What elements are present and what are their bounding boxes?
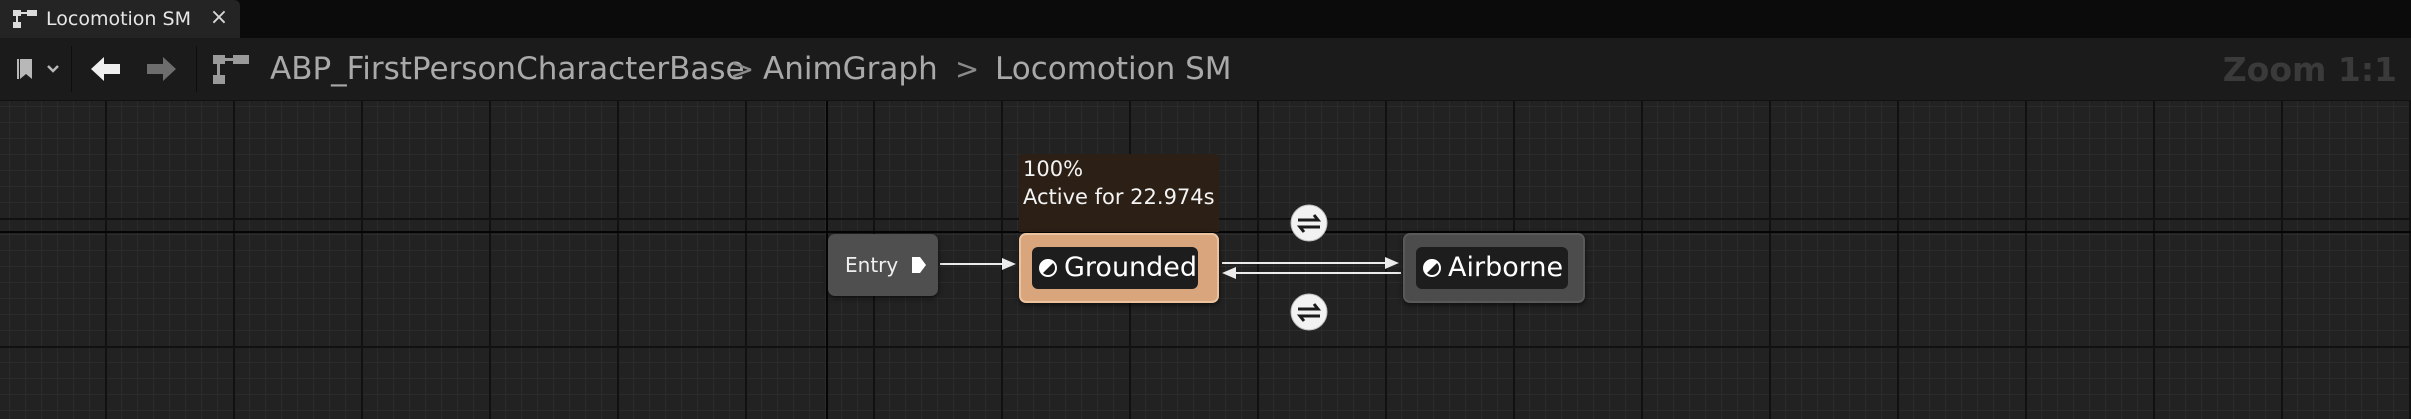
transition-rule-icon[interactable] (1289, 292, 1329, 332)
state-body: Grounded (1032, 247, 1198, 289)
state-name: Grounded (1064, 252, 1198, 283)
state-name: Airborne (1448, 252, 1564, 283)
active-duration: Active for 22.974s (1023, 185, 1215, 209)
graph-type-button[interactable] (210, 49, 254, 89)
tab-locomotion-sm[interactable]: Locomotion SM × (0, 0, 240, 38)
blueprint-editor: Locomotion SM × ABP_FirstPersonCharacter… (0, 0, 2411, 419)
forward-arrow-icon (147, 57, 176, 81)
wire-arrowhead (1002, 258, 1016, 270)
toolbar-divider (71, 46, 72, 92)
entry-node[interactable]: Entry (828, 234, 938, 296)
tab-title: Locomotion SM (46, 8, 191, 30)
breadcrumb-item[interactable]: ABP_FirstPersonCharacterBase (270, 52, 745, 86)
forward-button[interactable] (141, 49, 181, 89)
breadcrumb-item[interactable]: Locomotion SM (995, 52, 1232, 86)
wire-arrowhead (1222, 267, 1236, 279)
state-body: Airborne (1416, 247, 1568, 289)
toolbar-divider (196, 46, 197, 92)
state-icon (1039, 259, 1057, 277)
breadcrumb-item[interactable]: AnimGraph (763, 52, 938, 86)
graph-toolbar: ABP_FirstPersonCharacterBase > AnimGraph… (0, 38, 2411, 101)
breadcrumb-separator: > (955, 52, 980, 86)
active-weight: 100% (1023, 157, 1084, 181)
entry-label: Entry (845, 253, 899, 277)
wire-arrowhead (1385, 257, 1399, 269)
close-icon[interactable]: × (207, 4, 231, 32)
state-node-grounded[interactable]: Grounded (1019, 233, 1219, 303)
transition-rule-icon[interactable] (1289, 203, 1329, 243)
bookmark-icon (17, 59, 59, 79)
tab-strip: Locomotion SM × (0, 0, 2411, 38)
back-arrow-icon (91, 57, 120, 81)
state-icon (1423, 259, 1441, 277)
state-node-airborne[interactable]: Airborne (1403, 233, 1585, 303)
back-button[interactable] (86, 49, 126, 89)
bookmark-button[interactable] (14, 49, 66, 89)
breadcrumb-separator: > (730, 52, 755, 86)
graph-canvas[interactable]: Entry 100% Active for 22.974s Grounded A… (0, 101, 2411, 419)
state-machine-icon (213, 55, 249, 84)
zoom-level: Zoom 1:1 (2222, 50, 2397, 89)
state-machine-icon (13, 10, 37, 28)
exec-pin-icon[interactable] (910, 255, 928, 275)
state-active-tooltip: 100% Active for 22.974s (1019, 154, 1219, 232)
